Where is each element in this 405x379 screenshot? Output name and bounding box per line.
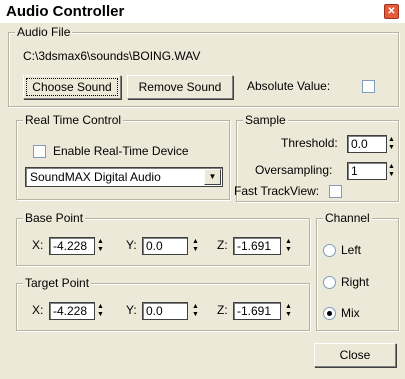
sample-group: Sample Threshold: 0.0 ▲ ▼ Oversampling: 1… [234, 113, 399, 202]
audio-file-group: Audio File C:\3dsmax6\sounds\BOING.WAV C… [8, 25, 399, 107]
enable-real-time-label: Enable Real-Time Device [53, 144, 189, 158]
base-point-group: Base Point X: -4.228 ▲ ▼ Y: 0.0 ▲ ▼ Z: -1.… [16, 211, 310, 266]
base-x-spinner[interactable]: -4.228 [49, 237, 95, 255]
oversampling-value: 1 [351, 164, 358, 178]
target-x-value: -4.228 [53, 304, 88, 318]
channel-left-label[interactable]: Left [341, 243, 361, 257]
target-y-spinner[interactable]: 0.0 [142, 302, 188, 320]
oversampling-label: Oversampling: [255, 163, 333, 177]
audio-device-value: SoundMAX Digital Audio [30, 170, 161, 184]
real-time-control-legend: Real Time Control [23, 113, 124, 127]
threshold-value: 0.0 [351, 137, 368, 151]
title-bar: Audio Controller ✕ [0, 0, 405, 23]
audio-file-path: C:\3dsmax6\sounds\BOING.WAV [23, 49, 201, 63]
target-z-label: Z: [217, 303, 228, 317]
target-z-spinner[interactable]: -1.691 [233, 302, 281, 320]
choose-sound-button[interactable]: Choose Sound [23, 75, 121, 99]
base-y-label: Y: [126, 238, 137, 252]
target-y-value: 0.0 [146, 304, 163, 318]
remove-sound-button[interactable]: Remove Sound [127, 75, 233, 99]
target-point-legend: Target Point [23, 276, 92, 290]
target-z-spinner-arrows[interactable]: ▲ ▼ [284, 303, 293, 319]
channel-right-radio[interactable] [323, 276, 336, 289]
chevron-down-icon[interactable]: ▼ [204, 169, 221, 185]
target-y-label: Y: [126, 303, 137, 317]
threshold-label: Threshold: [281, 136, 338, 150]
channel-mix-radio[interactable] [323, 307, 336, 320]
target-z-value: -1.691 [237, 304, 272, 318]
base-y-value: 0.0 [146, 239, 163, 253]
channel-left-radio[interactable] [323, 244, 336, 257]
target-y-spinner-arrows[interactable]: ▲ ▼ [191, 303, 200, 319]
base-x-label: X: [32, 238, 44, 252]
target-x-label: X: [32, 303, 44, 317]
close-icon[interactable]: ✕ [384, 4, 399, 19]
absolute-value-label: Absolute Value: [247, 79, 331, 93]
threshold-spinner[interactable]: 0.0 [347, 135, 387, 153]
enable-real-time-checkbox[interactable] [33, 145, 46, 158]
oversampling-spinner[interactable]: 1 [347, 162, 387, 180]
sample-legend: Sample [243, 113, 288, 127]
base-z-value: -1.691 [237, 239, 272, 253]
target-x-spinner[interactable]: -4.228 [49, 302, 95, 320]
fast-trackview-label: Fast TrackView: [234, 184, 320, 198]
base-x-value: -4.228 [53, 239, 88, 253]
target-point-group: Target Point X: -4.228 ▲ ▼ Y: 0.0 ▲ ▼ Z: -… [16, 276, 310, 331]
close-button[interactable]: Close [314, 343, 396, 367]
base-y-spinner[interactable]: 0.0 [142, 237, 188, 255]
audio-file-legend: Audio File [15, 25, 73, 39]
channel-right-label[interactable]: Right [341, 275, 369, 289]
base-z-spinner[interactable]: -1.691 [233, 237, 281, 255]
threshold-spinner-arrows[interactable]: ▲ ▼ [387, 136, 396, 152]
channel-mix-label[interactable]: Mix [341, 306, 360, 320]
base-x-spinner-arrows[interactable]: ▲ ▼ [96, 238, 105, 254]
base-z-label: Z: [217, 238, 228, 252]
audio-device-dropdown[interactable]: SoundMAX Digital Audio ▼ [25, 167, 223, 187]
base-point-legend: Base Point [23, 211, 86, 225]
window-title: Audio Controller [6, 3, 125, 20]
fast-trackview-checkbox[interactable] [329, 185, 342, 198]
oversampling-spinner-arrows[interactable]: ▲ ▼ [387, 163, 396, 179]
channel-legend: Channel [323, 211, 372, 225]
absolute-value-checkbox[interactable] [362, 80, 375, 93]
base-y-spinner-arrows[interactable]: ▲ ▼ [191, 238, 200, 254]
channel-group: Channel Left Right Mix [316, 211, 399, 331]
target-x-spinner-arrows[interactable]: ▲ ▼ [96, 303, 105, 319]
real-time-control-group: Real Time Control Enable Real-Time Devic… [16, 113, 230, 200]
base-z-spinner-arrows[interactable]: ▲ ▼ [284, 238, 293, 254]
